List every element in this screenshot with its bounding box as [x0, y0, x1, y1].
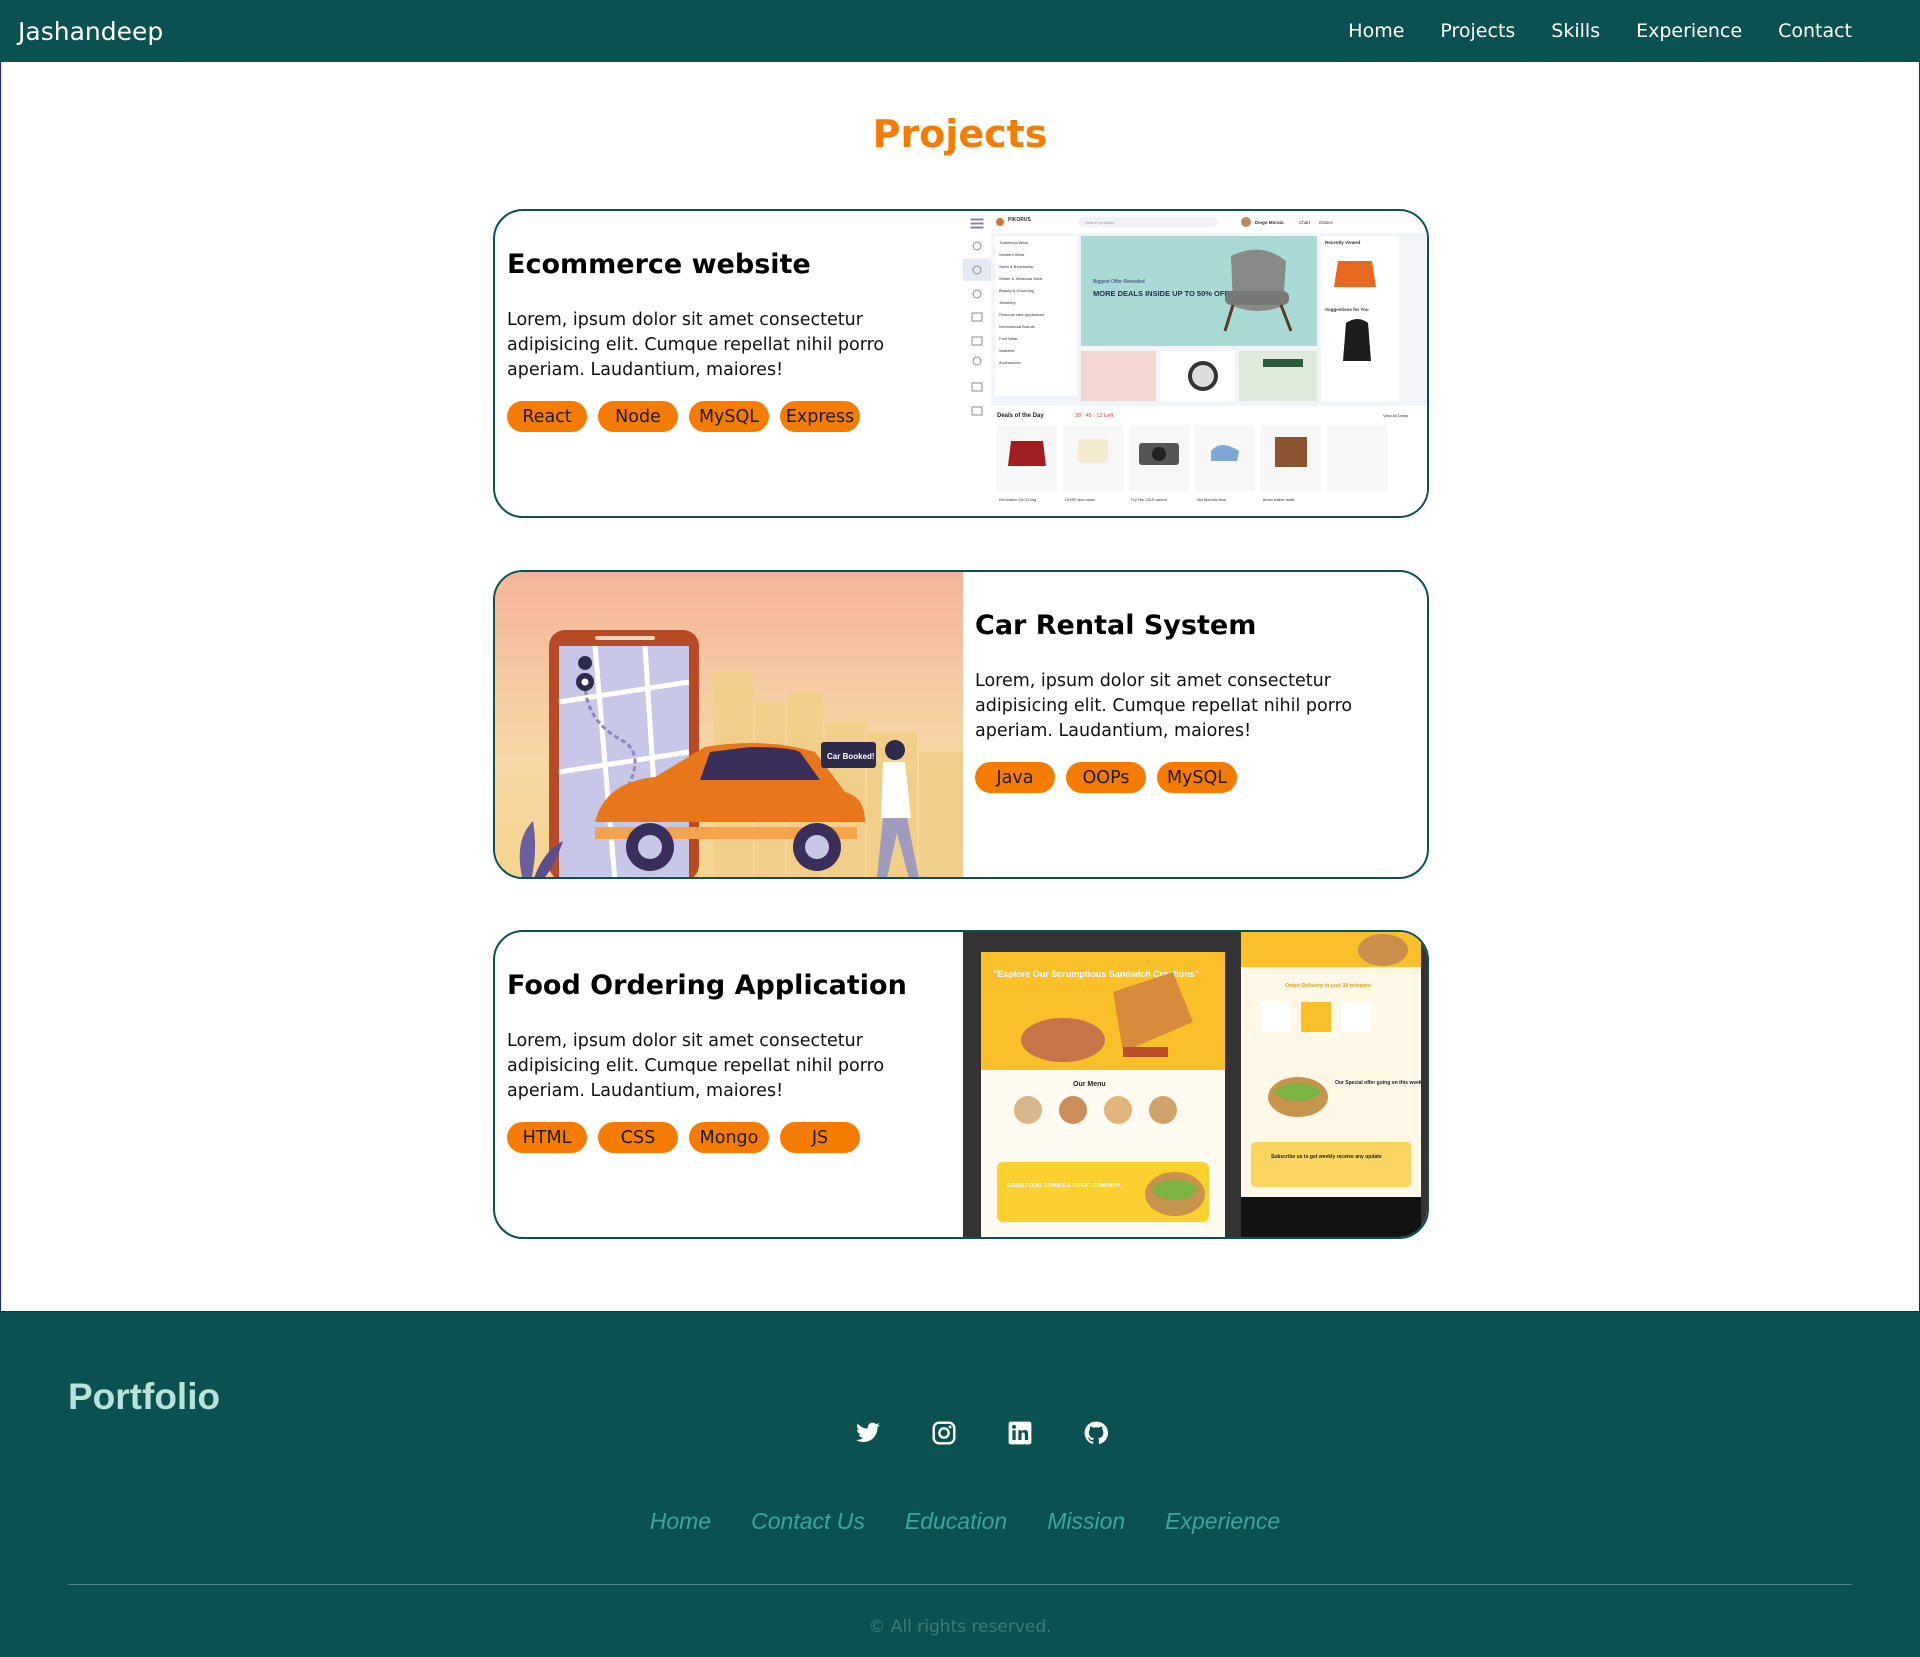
- tech-tags: Java OOPs MySQL: [975, 762, 1419, 793]
- tech-tags: React Node MySQL Express: [507, 401, 951, 432]
- project-description: Lorem, ipsum dolor sit amet consectetur …: [507, 1031, 885, 1101]
- social-links: [855, 1420, 1109, 1446]
- tech-tags: HTML CSS Mongo JS: [507, 1122, 951, 1153]
- svg-text:Deals of the Day: Deals of the Day: [997, 413, 1044, 419]
- svg-text:Sky blue kids shoe: Sky blue kids shoe: [1197, 498, 1226, 502]
- svg-text:Swim & Beachwear: Swim & Beachwear: [999, 264, 1034, 269]
- svg-text:20 : 45 : 12 Left: 20 : 45 : 12 Left: [1075, 413, 1114, 419]
- projects-section: Projects Ecommerce website Lorem, ipsum …: [0, 62, 1920, 1312]
- tech-tag: Express: [780, 401, 860, 432]
- project-text: Car Rental System Lorem, ipsum dolor sit…: [963, 572, 1427, 877]
- svg-text:Beauty & Grooming: Beauty & Grooming: [999, 288, 1034, 293]
- footer-links: Home Contact Us Education Mission Experi…: [0, 1508, 1920, 1535]
- tech-tag: MySQL: [1157, 762, 1237, 793]
- svg-text:Our Special offer going on thi: Our Special offer going on this week.: [1335, 1080, 1424, 1086]
- svg-text:Suggestions for You: Suggestions for You: [1325, 307, 1369, 312]
- tech-tag: CSS: [598, 1122, 678, 1153]
- svg-text:Orders: Orders: [1319, 220, 1334, 225]
- svg-text:Western Wear: Western Wear: [999, 252, 1025, 257]
- tech-tag: Node: [598, 401, 678, 432]
- svg-text:Our Menu: Our Menu: [1073, 1081, 1106, 1088]
- footer-brand: Portfolio: [68, 1376, 221, 1417]
- car-booked-bubble: Car Booked!: [827, 752, 875, 761]
- nav-link-home[interactable]: Home: [1348, 20, 1404, 42]
- navbar: Jashandeep Home Projects Skills Experien…: [0, 0, 1920, 62]
- linkedin-icon[interactable]: [1007, 1420, 1033, 1446]
- svg-text:Chart: Chart: [1299, 220, 1311, 225]
- svg-text:Search products: Search products: [1085, 220, 1114, 225]
- tech-tag: Java: [975, 762, 1055, 793]
- ecom-logo: PIKORUS: [1008, 217, 1031, 223]
- footer-link-experience[interactable]: Experience: [1165, 1508, 1280, 1535]
- svg-text:Red leather GUCCI bag: Red leather GUCCI bag: [999, 498, 1036, 502]
- tech-tag: Mongo: [689, 1122, 769, 1153]
- github-icon[interactable]: [1083, 1420, 1109, 1446]
- ecommerce-screenshot: PIKORUS Search products Diego Morata Cha…: [963, 211, 1427, 516]
- tech-tag: MySQL: [689, 401, 769, 432]
- svg-text:Diego Morata: Diego Morata: [1255, 220, 1284, 225]
- nav-link-experience[interactable]: Experience: [1636, 20, 1742, 42]
- project-description: Lorem, ipsum dolor sit amet consectetur …: [975, 671, 1353, 741]
- project-card-car-rental: Car Booked! Car Rental System Lorem, ips…: [493, 570, 1429, 879]
- svg-text:Subscribe us to get weekly rec: Subscribe us to get weekly receive any u…: [1271, 1154, 1382, 1160]
- footer-link-education[interactable]: Education: [905, 1508, 1007, 1535]
- project-title: Food Ordering Application: [507, 970, 907, 1001]
- svg-text:GOOD FOOD, DRINKS & GREAT COMP: GOOD FOOD, DRINKS & GREAT COMPANY.: [1007, 1183, 1122, 1189]
- section-title: Projects: [872, 112, 1048, 156]
- twitter-icon[interactable]: [855, 1420, 881, 1446]
- nav-link-projects[interactable]: Projects: [1440, 20, 1515, 42]
- footer-divider: [68, 1584, 1852, 1585]
- footer-link-home[interactable]: Home: [650, 1508, 711, 1535]
- svg-text:Fuji Film DSLR camera: Fuji Film DSLR camera: [1131, 498, 1167, 502]
- nav-links: Home Projects Skills Experience Contact: [1348, 20, 1852, 42]
- svg-text:Traditional Wear: Traditional Wear: [999, 240, 1029, 245]
- car-rental-illustration: Car Booked!: [495, 572, 963, 877]
- svg-text:Brown leather wallet: Brown leather wallet: [1263, 498, 1295, 502]
- footer-link-contact-us[interactable]: Contact Us: [751, 1508, 865, 1535]
- svg-text:International Brands: International Brands: [999, 324, 1035, 329]
- project-text: Ecommerce website Lorem, ipsum dolor sit…: [495, 211, 963, 516]
- tech-tag: HTML: [507, 1122, 587, 1153]
- copyright-text: © All rights reserved.: [868, 1617, 1052, 1637]
- svg-text:Foot Wear: Foot Wear: [999, 336, 1018, 341]
- svg-text:MORE DEALS INSIDE UP TO 50% OF: MORE DEALS INSIDE UP TO 50% OFF: [1093, 289, 1229, 298]
- svg-text:Biggest Offer Revealed: Biggest Offer Revealed: [1093, 279, 1145, 285]
- svg-text:Personal care Appliances: Personal care Appliances: [999, 312, 1044, 317]
- project-card-food-ordering: Food Ordering Application Lorem, ipsum d…: [493, 930, 1429, 1239]
- svg-text:Accessories: Accessories: [999, 360, 1021, 365]
- nav-link-skills[interactable]: Skills: [1551, 20, 1600, 42]
- nav-link-contact[interactable]: Contact: [1778, 20, 1852, 42]
- project-description: Lorem, ipsum dolor sit amet consectetur …: [507, 310, 885, 380]
- svg-text:Order Delivery in just 30 minu: Order Delivery in just 30 minutes: [1285, 983, 1371, 989]
- svg-text:LEXRE face cream: LEXRE face cream: [1065, 498, 1095, 502]
- food-ordering-screenshot: "Explore Our Scrumptious Sandwich Creati…: [963, 932, 1427, 1237]
- project-title: Ecommerce website: [507, 249, 811, 280]
- instagram-icon[interactable]: [931, 1420, 957, 1446]
- project-card-ecommerce: Ecommerce website Lorem, ipsum dolor sit…: [493, 209, 1429, 518]
- tech-tag: JS: [780, 1122, 860, 1153]
- footer: Portfolio Home Contact Us Education Miss…: [0, 1312, 1920, 1657]
- svg-text:Winter & Seasonal Wear: Winter & Seasonal Wear: [999, 276, 1043, 281]
- tech-tag: React: [507, 401, 587, 432]
- brand-name[interactable]: Jashandeep: [18, 17, 163, 46]
- svg-text:Jewellery: Jewellery: [999, 300, 1016, 305]
- footer-link-mission[interactable]: Mission: [1047, 1508, 1125, 1535]
- svg-text:Recently Viewed: Recently Viewed: [1325, 240, 1361, 245]
- svg-text:View All Deals: View All Deals: [1383, 413, 1408, 418]
- tech-tag: OOPs: [1066, 762, 1146, 793]
- svg-text:Watches: Watches: [999, 348, 1014, 353]
- project-text: Food Ordering Application Lorem, ipsum d…: [495, 932, 963, 1237]
- project-title: Car Rental System: [975, 610, 1257, 641]
